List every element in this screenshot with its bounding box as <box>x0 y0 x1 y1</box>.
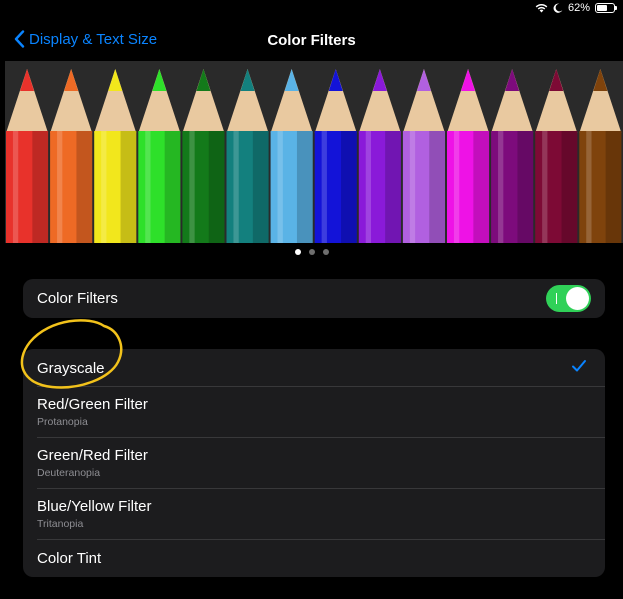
pencil-preview-carousel[interactable] <box>5 61 623 243</box>
filter-title: Green/Red Filter <box>37 447 148 464</box>
page-indicator[interactable] <box>0 249 623 255</box>
switch-on-indicator <box>556 293 557 304</box>
pencil <box>579 69 622 243</box>
status-bar: 62% <box>0 0 623 18</box>
pencil <box>447 69 490 243</box>
pencil <box>535 69 578 243</box>
battery-level <box>597 5 607 11</box>
color-filters-toggle-label: Color Filters <box>37 290 118 307</box>
page-dot[interactable] <box>294 249 301 255</box>
filter-option-color-tint[interactable]: Color Tint <box>23 540 605 577</box>
filter-option-red-green[interactable]: Red/Green Filter Protanopia <box>23 387 605 438</box>
battery-percent: 62% <box>567 2 590 14</box>
pencil <box>50 69 93 243</box>
pencil <box>358 69 401 243</box>
page-dot[interactable] <box>322 249 329 255</box>
pencil <box>6 69 49 243</box>
color-filters-switch[interactable] <box>546 285 591 312</box>
pencil <box>491 69 534 243</box>
pencil <box>94 69 137 243</box>
pencil <box>182 69 225 243</box>
pencil <box>402 69 445 243</box>
wifi-icon <box>535 4 548 13</box>
pencil <box>314 69 357 243</box>
switch-knob <box>566 287 589 310</box>
page-dot[interactable] <box>308 249 315 255</box>
filter-option-blue-yellow[interactable]: Blue/Yellow Filter Tritanopia <box>23 489 605 540</box>
filter-options-list: Grayscale Red/Green Filter Protanopia Gr… <box>23 349 605 577</box>
filter-title: Blue/Yellow Filter <box>37 498 152 515</box>
color-filters-toggle-group: Color Filters <box>23 279 605 318</box>
filter-subtitle: Deuteranopia <box>37 467 101 479</box>
filter-title: Red/Green Filter <box>37 396 148 413</box>
pencil <box>138 69 181 243</box>
filter-subtitle: Protanopia <box>37 416 88 428</box>
moon-icon <box>553 3 563 13</box>
pencil <box>226 69 269 243</box>
checkmark-icon <box>572 360 586 372</box>
filter-title: Color Tint <box>37 550 102 567</box>
pencil <box>270 69 313 243</box>
color-filters-toggle-row: Color Filters <box>23 279 605 318</box>
pencil-illustration <box>6 69 622 243</box>
filter-title: Grayscale <box>37 360 105 377</box>
page-title: Color Filters <box>267 32 356 49</box>
filter-subtitle: Tritanopia <box>37 518 84 530</box>
battery-icon <box>595 3 617 13</box>
filter-option-green-red[interactable]: Green/Red Filter Deuteranopia <box>23 438 605 489</box>
navigation-bar: Display & Text Size Color Filters <box>0 26 623 54</box>
status-icons: 62% <box>535 2 617 14</box>
filter-option-grayscale[interactable]: Grayscale <box>23 349 605 387</box>
